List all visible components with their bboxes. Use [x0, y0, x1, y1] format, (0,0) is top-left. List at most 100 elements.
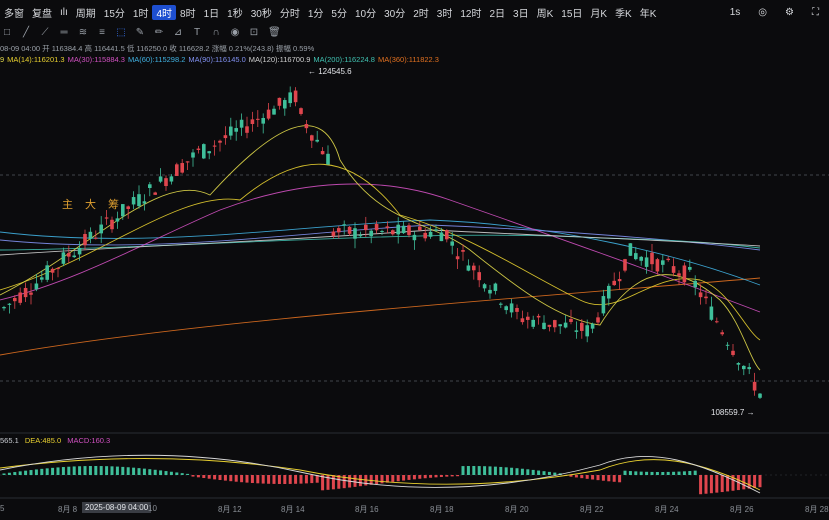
candle-body [472, 265, 476, 271]
macd-bar [439, 475, 443, 477]
candle-body [385, 226, 390, 228]
candle-body [585, 325, 589, 337]
macd-bar [472, 466, 476, 475]
macd-bar [277, 475, 281, 484]
macd-bar [375, 475, 379, 485]
candle-body [590, 323, 595, 329]
candle-body [180, 163, 184, 173]
macd-bar [45, 468, 49, 475]
macd-bar [126, 467, 130, 475]
macd-bar [13, 472, 17, 475]
price-chart[interactable] [0, 0, 829, 500]
candle-body [277, 97, 282, 106]
candle-body [223, 135, 228, 139]
high-annotation: ← 124545.6 [308, 67, 352, 76]
candle-body [752, 381, 757, 391]
candle-body [725, 344, 730, 346]
macd-bar [450, 475, 454, 477]
candle-body [7, 303, 12, 305]
macd-bar [596, 475, 600, 481]
candle-body [396, 224, 400, 235]
macd-bar [121, 466, 125, 475]
candle-body [439, 232, 444, 242]
macd-bar [520, 468, 524, 475]
macd-bar [650, 471, 654, 475]
ma-line-1 [0, 219, 761, 286]
candle-body [423, 232, 427, 239]
candle-body [412, 234, 417, 241]
candle-body [229, 126, 233, 136]
macd-bar [24, 470, 28, 475]
candle-body [331, 231, 336, 237]
candle-body [628, 243, 633, 256]
candle-body [45, 265, 49, 280]
macd-bar [180, 473, 184, 475]
candle-body [320, 151, 325, 155]
candle-body [142, 201, 147, 204]
candle-body [563, 322, 568, 328]
candle-body [666, 258, 670, 261]
time-axis: 2025-08-09 04:00 5 8月 8 10 8月 12 8月 14 8月 16 8… [0, 500, 829, 520]
candle-body [77, 247, 82, 255]
candle-body [23, 287, 28, 298]
candle-body [661, 260, 665, 265]
candle-body [526, 316, 530, 320]
candle-body [634, 253, 638, 260]
macd-bar [547, 471, 551, 475]
macd-bar [213, 475, 217, 480]
candle-body [504, 306, 508, 311]
tag-main[interactable]: 主 [62, 196, 73, 212]
candle-body [34, 283, 39, 290]
macd-bar [358, 475, 362, 487]
candle-body [283, 100, 287, 109]
candle-body [293, 90, 298, 103]
candle-body [715, 321, 719, 323]
candle-body [148, 184, 152, 189]
macd-bar [229, 475, 233, 482]
x-tick-label: 8月 16 [355, 505, 379, 514]
macd-bar [67, 466, 71, 475]
macd-bar [753, 475, 757, 488]
candle-body [304, 123, 309, 129]
x-tick-label: 8月 18 [430, 505, 454, 514]
macd-bar [34, 469, 38, 475]
candle-body [164, 178, 168, 187]
candle-body [29, 292, 33, 295]
tag-big[interactable]: 大 [85, 196, 96, 212]
macd-bar [682, 471, 686, 475]
x-tick-label: 8月 22 [580, 505, 604, 514]
candle-body [40, 277, 44, 280]
macd-bar [245, 475, 249, 483]
macd-bar [94, 466, 98, 475]
crosshair-time-label: 2025-08-09 04:00 [82, 502, 152, 513]
candle-body [574, 330, 579, 332]
candle-body [407, 225, 411, 235]
candle-body [299, 108, 303, 114]
macd-bar [488, 466, 492, 475]
candle-body [693, 280, 697, 288]
macd-bar [240, 475, 244, 483]
macd-bar [655, 471, 659, 475]
x-tick-label: 8月 12 [218, 505, 242, 514]
candle-body [13, 297, 17, 302]
macd-bar [196, 475, 200, 478]
tag-chips[interactable]: 筹 [108, 196, 119, 212]
macd-bar [299, 475, 303, 484]
macd-bar [402, 475, 406, 481]
candle-body [342, 224, 346, 226]
candle-body [580, 322, 584, 331]
low-annotation: 108559.7 → [711, 408, 755, 417]
candle-body [310, 135, 314, 141]
macd-bar [499, 466, 503, 475]
macd-dif: 565.1 [0, 436, 19, 445]
macd-bar [666, 471, 670, 475]
candle-body [639, 256, 643, 261]
candle-body [266, 109, 271, 119]
candle-body [542, 322, 546, 330]
macd-bar [288, 475, 292, 484]
macd-bar [434, 475, 438, 478]
candle-body [126, 206, 130, 209]
candle-body [202, 144, 206, 159]
candle-body [131, 197, 136, 205]
macd-bar [132, 467, 136, 475]
